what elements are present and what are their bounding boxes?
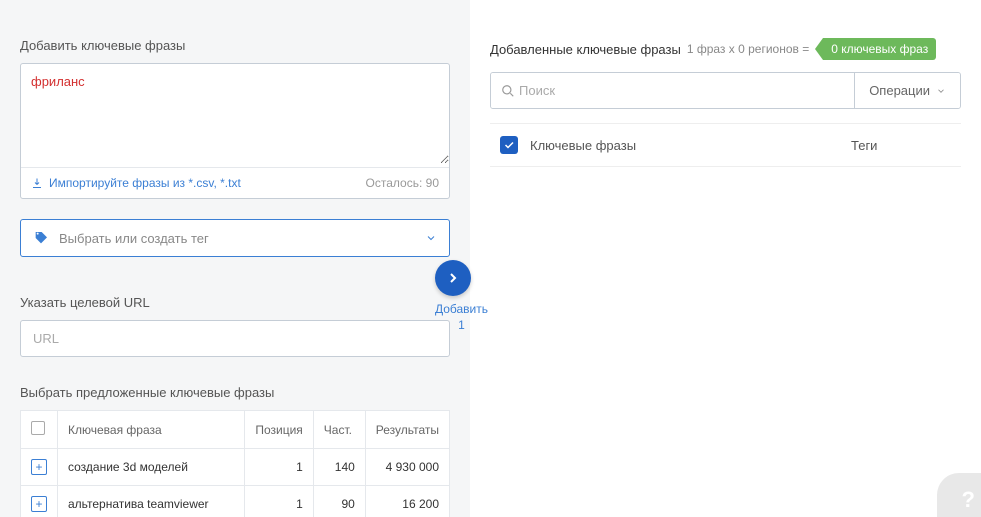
help-icon: ?: [962, 487, 975, 513]
header-added-tags: Теги: [851, 138, 951, 153]
tag-select[interactable]: Выбрать или создать тег: [20, 219, 450, 257]
import-link[interactable]: Импортируйте фразы из *.csv, *.txt: [31, 176, 241, 190]
cell-position: 1: [245, 449, 313, 486]
cell-phrase: альтернатива teamviewer: [58, 486, 245, 517]
search-row: Операции: [490, 72, 961, 109]
help-button[interactable]: ?: [937, 473, 981, 517]
suggested-table: Ключевая фраза Позиция Част. Результаты …: [20, 410, 450, 517]
add-row-button[interactable]: +: [31, 496, 47, 512]
add-button[interactable]: [435, 260, 471, 296]
cell-results: 4 930 000: [365, 449, 449, 486]
search-icon: [501, 84, 515, 98]
add-phrases-title: Добавить ключевые фразы: [20, 38, 450, 53]
search-input-wrap: [491, 73, 854, 108]
cell-results: 16 200: [365, 486, 449, 517]
cell-position: 1: [245, 486, 313, 517]
left-panel: Добавить ключевые фразы Импортируйте фра…: [0, 0, 470, 517]
suggested-title: Выбрать предложенные ключевые фразы: [20, 385, 450, 400]
url-input[interactable]: [20, 320, 450, 357]
right-header: Добавленные ключевые фразы 1 фраз x 0 ре…: [490, 38, 961, 60]
add-button-wrap: Добавить 1: [435, 260, 488, 332]
phrases-textarea-wrap: Импортируйте фразы из *.csv, *.txt Остал…: [20, 63, 450, 199]
right-panel: Добавленные ключевые фразы 1 фраз x 0 ре…: [470, 0, 981, 517]
remain-counter: Осталось: 90: [366, 176, 439, 190]
table-row: + альтернатива teamviewer 1 90 16 200: [21, 486, 450, 517]
tag-select-placeholder: Выбрать или создать тег: [59, 231, 425, 246]
header-freq: Част.: [313, 411, 365, 449]
operations-dropdown[interactable]: Операции: [854, 73, 960, 108]
select-all-checkbox[interactable]: [31, 421, 45, 435]
add-button-label: Добавить: [435, 302, 488, 316]
right-table-header: Ключевые фразы Теги: [490, 123, 961, 167]
badge-arrow-icon: [815, 38, 823, 60]
cell-phrase: создание 3d моделей: [58, 449, 245, 486]
download-icon: [31, 177, 43, 189]
header-position: Позиция: [245, 411, 313, 449]
header-results: Результаты: [365, 411, 449, 449]
operations-label: Операции: [869, 83, 930, 98]
table-row: + создание 3d моделей 1 140 4 930 000: [21, 449, 450, 486]
add-row-button[interactable]: +: [31, 459, 47, 475]
tag-icon: [33, 230, 49, 246]
chevron-down-icon: [425, 232, 437, 244]
search-input[interactable]: [515, 73, 844, 108]
add-button-count: 1: [435, 318, 488, 332]
added-phrases-subtitle: 1 фраз x 0 регионов =: [687, 42, 809, 56]
header-phrase: Ключевая фраза: [58, 411, 245, 449]
textarea-footer: Импортируйте фразы из *.csv, *.txt Остал…: [21, 167, 449, 198]
added-phrases-title: Добавленные ключевые фразы: [490, 42, 681, 57]
chevron-down-icon: [936, 86, 946, 96]
header-added-phrase: Ключевые фразы: [530, 138, 851, 153]
select-all-added-checkbox[interactable]: [500, 136, 518, 154]
import-link-label: Импортируйте фразы из *.csv, *.txt: [49, 176, 241, 190]
phrases-textarea[interactable]: [21, 64, 449, 164]
phrase-count-badge: 0 ключевых фраз: [823, 38, 936, 60]
cell-freq: 90: [313, 486, 365, 517]
phrase-count-badge-wrap: 0 ключевых фраз: [815, 38, 936, 60]
cell-freq: 140: [313, 449, 365, 486]
url-title: Указать целевой URL: [20, 295, 450, 310]
